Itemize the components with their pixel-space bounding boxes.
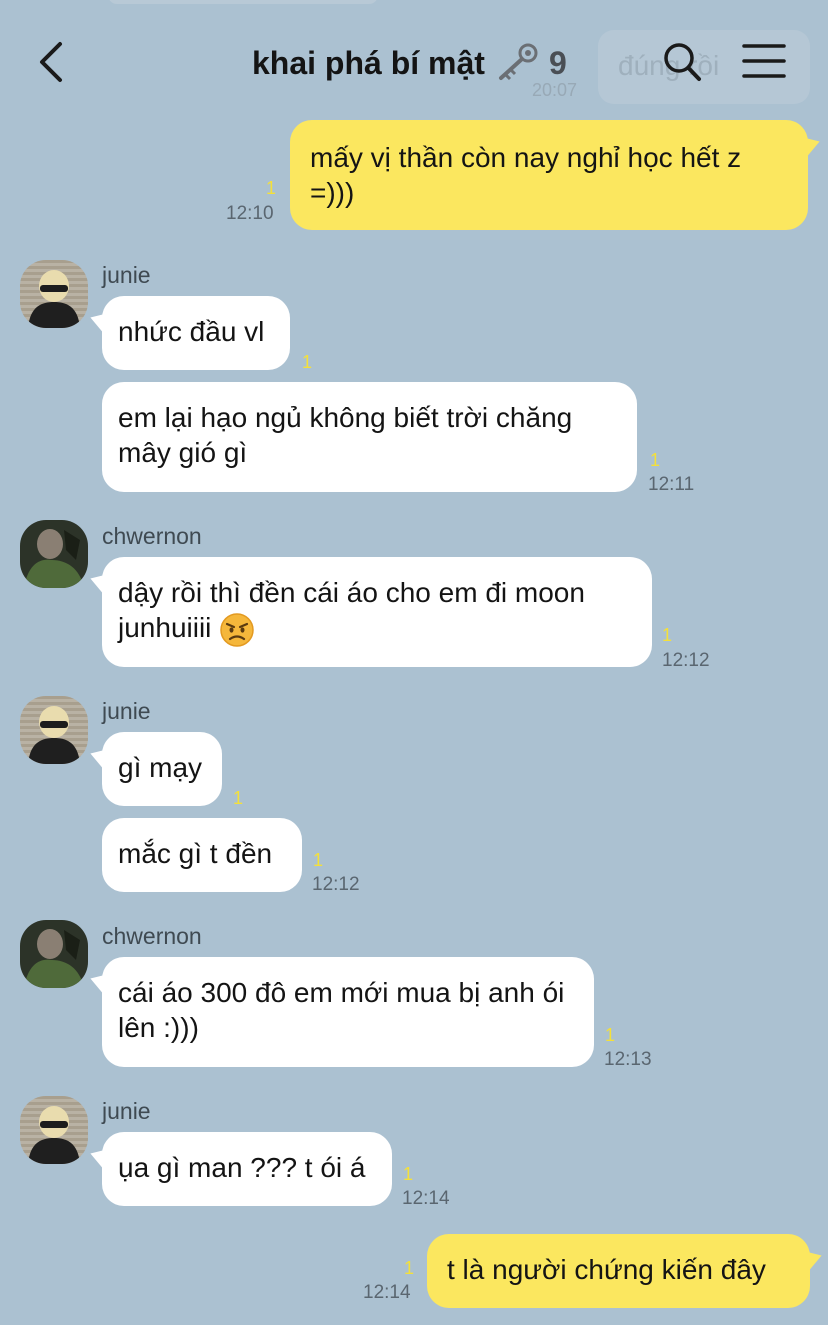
avatar-chwernon[interactable] (20, 520, 88, 588)
message-bubble[interactable]: dậy rồi thì đền cái áo cho em đi moon ju… (102, 557, 652, 667)
search-button[interactable] (660, 40, 704, 84)
message-text: t là người chứng kiến đây (447, 1254, 766, 1285)
avatar-chwernon[interactable] (20, 920, 88, 988)
message-bubble[interactable]: mắc gì t đền (102, 818, 302, 892)
chat-title-group[interactable]: khai phá bí mật 9 (252, 42, 567, 84)
unread-count: 1 (266, 178, 277, 198)
unread-count: 1 (662, 625, 673, 645)
member-count: 9 (548, 44, 567, 81)
chat-title: khai phá bí mật (252, 44, 485, 81)
message-time: 12:12 (312, 874, 360, 895)
avatar-junie[interactable] (20, 260, 88, 328)
unread-count: 1 (302, 352, 313, 372)
unread-count: 1 (313, 850, 324, 870)
message-bubble[interactable]: nhức đầu vl (102, 296, 290, 370)
message-text: mắc gì t đền (118, 838, 273, 869)
profile-photo (20, 520, 88, 588)
message-time: 12:12 (662, 650, 710, 671)
message-text: ụa gì man ??? t ói á (118, 1152, 366, 1183)
key-icon (498, 43, 538, 81)
hamburger-menu-icon (742, 44, 786, 78)
unread-count: 1 (403, 1164, 414, 1184)
unread-count: 1 (650, 450, 661, 470)
search-icon (664, 43, 701, 81)
unread-count: 1 (605, 1025, 616, 1045)
message-text: nhức đầu vl (118, 316, 265, 347)
message-text: gì mạy (118, 752, 203, 783)
message-text: em lại hạo ngủ không biết trời chăng mây… (118, 402, 573, 468)
message-text: mấy vị thần còn nay nghỉ học hết z =))) (310, 142, 742, 208)
avatar-junie[interactable] (20, 696, 88, 764)
sender-name: junie (102, 1098, 151, 1124)
back-button[interactable] (34, 40, 74, 84)
profile-photo (20, 260, 88, 328)
my-message-bubble[interactable]: t là người chứng kiến đây (427, 1234, 810, 1308)
my-message-bubble[interactable]: mấy vị thần còn nay nghỉ học hết z =))) (290, 120, 808, 230)
message-text: dậy rồi thì đền cái áo cho em đi moon ju… (118, 577, 585, 643)
message-time: 12:11 (648, 474, 695, 495)
message-bubble[interactable]: em lại hạo ngủ không biết trời chăng mây… (102, 382, 637, 492)
message-time: 12:14 (363, 1282, 411, 1303)
sender-name: chwernon (102, 923, 202, 949)
sender-name: chwernon (102, 523, 202, 549)
sender-name: junie (102, 698, 151, 724)
message-time: 12:10 (226, 203, 274, 224)
chat-header: khai phá bí mật 9 (0, 0, 828, 118)
avatar-junie[interactable] (20, 1096, 88, 1164)
unread-count: 1 (233, 788, 244, 808)
message-text: cái áo 300 đô em mới mua bị anh ói lên :… (118, 977, 565, 1043)
chevron-left-icon (40, 42, 62, 82)
angry-face-emoji-icon (220, 612, 254, 647)
profile-photo (20, 696, 88, 764)
message-bubble[interactable]: ụa gì man ??? t ói á (102, 1132, 392, 1206)
unread-count: 1 (404, 1258, 415, 1278)
menu-button[interactable] (742, 42, 786, 80)
sender-name: junie (102, 262, 151, 288)
profile-photo (20, 1096, 88, 1164)
profile-photo (20, 920, 88, 988)
message-bubble[interactable]: gì mạy (102, 732, 222, 806)
message-time: 12:13 (604, 1049, 652, 1070)
message-time: 12:14 (402, 1188, 450, 1209)
message-bubble[interactable]: cái áo 300 đô em mới mua bị anh ói lên :… (102, 957, 594, 1067)
